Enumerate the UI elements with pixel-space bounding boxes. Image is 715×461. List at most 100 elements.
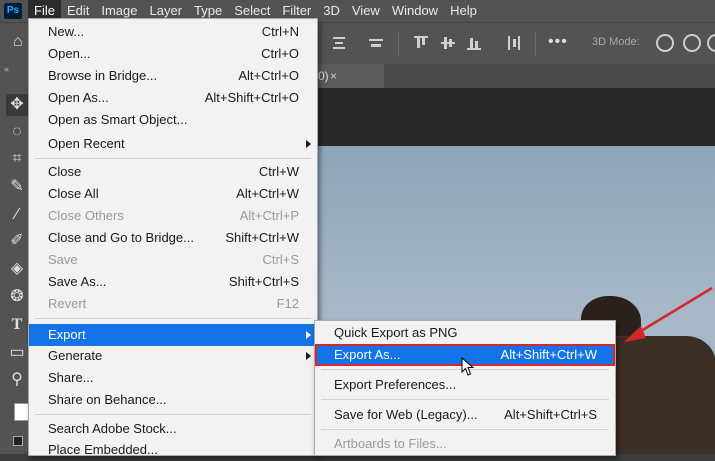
menu-item-label: Search Adobe Stock... (48, 421, 177, 436)
export-submenu: Quick Export as PNG Export As... Alt+Shif… (314, 320, 616, 456)
menu-item-share-on-behance[interactable]: Share on Behance... (29, 389, 317, 411)
distribute-icon[interactable] (506, 35, 522, 51)
menu-item-browse-in-bridge[interactable]: Browse in Bridge... Alt+Ctrl+O (29, 65, 317, 87)
menu-item-shortcut: Ctrl+W (258, 164, 299, 179)
align-horizontal-centers-icon[interactable] (368, 35, 384, 51)
menu-item-label: Share on Behance... (48, 392, 167, 407)
menu-item-save-as[interactable]: Save As... Shift+Ctrl+S (29, 271, 317, 293)
menu-item-quick-export-as-png[interactable]: Quick Export as PNG (315, 322, 615, 344)
menu-item-label: Browse in Bridge... (48, 68, 158, 83)
menu-separator (321, 399, 609, 400)
photoshop-logo-icon: Ps (4, 3, 22, 19)
align-bottom-edges-icon[interactable] (466, 35, 482, 51)
healing-icon[interactable]: ✐ (6, 230, 28, 252)
menu-item-label: Generate (48, 348, 103, 363)
menu-item-close[interactable]: Close Ctrl+W (29, 161, 317, 183)
menu-item-shortcut: Alt+Ctrl+P (239, 208, 299, 223)
menu-item-label: Revert (48, 296, 87, 311)
menu-separator (35, 414, 311, 415)
menu-separator (35, 318, 311, 319)
eyedropper-icon[interactable]: ✎ (6, 176, 28, 198)
pan-3d-icon[interactable] (707, 34, 715, 52)
collapse-icon[interactable]: « (4, 64, 9, 74)
menu-item-label: Close (48, 164, 82, 179)
menu-item-close-others: Close Others Alt+Ctrl+P (29, 205, 317, 227)
orbit-3d-icon[interactable] (656, 34, 674, 52)
roll-3d-icon[interactable] (683, 34, 701, 52)
move-icon[interactable]: ✥ (6, 94, 28, 116)
menu-item-shortcut: Alt+Shift+Ctrl+O (204, 90, 299, 105)
menu-item-label: New... (48, 24, 85, 39)
menu-item-save: Save Ctrl+S (29, 249, 317, 271)
menu-separator (321, 429, 609, 430)
menu-item-close-all[interactable]: Close All Alt+Ctrl+W (29, 183, 317, 205)
menu-item-shortcut: Alt+Ctrl+W (236, 186, 299, 201)
menu-3d[interactable]: 3D (317, 0, 346, 22)
menu-view[interactable]: View (346, 0, 386, 22)
menu-item-open-as[interactable]: Open As... Alt+Shift+Ctrl+O (29, 87, 317, 109)
align-vertical-centers-icon[interactable] (440, 35, 456, 51)
submenu-arrow-icon (306, 140, 311, 148)
menu-item-share[interactable]: Share... (29, 367, 317, 389)
menu-item-shortcut: F12 (276, 296, 299, 311)
close-icon[interactable]: × (330, 64, 337, 88)
brush-icon[interactable]: ⁄ (6, 204, 28, 226)
menu-item-export-preferences[interactable]: Export Preferences... (315, 374, 615, 396)
sponge-icon[interactable]: ❂ (6, 286, 28, 308)
menu-item-label: Quick Export as PNG (334, 325, 458, 340)
menu-item-revert: Revert F12 (29, 293, 317, 315)
menu-item-open-as-smart-object[interactable]: Open as Smart Object... (29, 109, 317, 131)
menu-item-label: Export Preferences... (334, 377, 457, 392)
rectangle-icon[interactable]: ▭ (6, 342, 28, 364)
menu-item-shortcut: Shift+Ctrl+S (228, 274, 299, 289)
type-icon[interactable]: T (6, 314, 28, 336)
menu-item-label: Open As... (48, 90, 109, 105)
more-options-icon[interactable]: ••• (548, 33, 568, 51)
menu-item-label: Close Others (48, 208, 124, 223)
menu-item-shortcut: Shift+Ctrl+W (225, 230, 299, 245)
menu-item-label: Place Embedded... (48, 442, 158, 457)
menu-item-label: Close and Go to Bridge... (48, 230, 194, 245)
menu-item-label: Open as Smart Object... (48, 112, 188, 127)
menu-item-label: Open... (48, 46, 91, 61)
zoom-icon[interactable]: ⚲ (6, 369, 28, 391)
menu-item-new[interactable]: New... Ctrl+N (29, 21, 317, 43)
options-separator (398, 31, 399, 57)
menu-item-label: Artboards to Files... (334, 436, 447, 451)
crop-icon[interactable]: ⌗ (6, 148, 28, 170)
menu-item-label: Open Recent (48, 136, 125, 151)
menu-item-artboards-to-files: Artboards to Files... (315, 433, 615, 455)
menu-item-shortcut: Ctrl+O (261, 46, 299, 61)
submenu-arrow-icon (306, 352, 311, 360)
menu-item-label: Share... (48, 370, 94, 385)
menu-item-place-embedded[interactable]: Place Embedded... (29, 439, 317, 461)
lasso-icon[interactable]: ◌ (6, 121, 28, 143)
menu-help[interactable]: Help (444, 0, 483, 22)
menu-separator (35, 158, 311, 159)
align-left-edges-icon[interactable] (331, 35, 347, 51)
menu-item-shortcut: Ctrl+N (261, 24, 299, 39)
file-menu: New... Ctrl+N Open... Ctrl+O Browse in Bri… (28, 18, 318, 457)
menu-item-open-recent[interactable]: Open Recent (29, 133, 317, 155)
menu-window[interactable]: Window (386, 0, 444, 22)
options-separator (535, 31, 536, 57)
menu-item-generate[interactable]: Generate (29, 345, 317, 367)
menu-item-open[interactable]: Open... Ctrl+O (29, 43, 317, 65)
default-colors-icon[interactable] (13, 436, 23, 446)
menu-item-label: Close All (48, 186, 99, 201)
submenu-arrow-icon (306, 331, 311, 339)
document-tab-title: 0) (318, 69, 329, 83)
menu-item-search-adobe-stock[interactable]: Search Adobe Stock... (29, 418, 317, 440)
menu-item-shortcut: Alt+Shift+Ctrl+S (504, 407, 597, 422)
align-top-edges-icon[interactable] (413, 35, 429, 51)
menu-item-label: Export As... (334, 347, 401, 362)
menu-item-save-for-web-legacy[interactable]: Save for Web (Legacy)... Alt+Shift+Ctrl+S (315, 404, 615, 426)
3d-mode-label: 3D Mode: (592, 36, 640, 48)
menu-item-export[interactable]: Export (29, 324, 317, 346)
menu-item-close-and-go-to-bridge[interactable]: Close and Go to Bridge... Shift+Ctrl+W (29, 227, 317, 249)
paint-bucket-icon[interactable]: ◈ (6, 258, 28, 280)
menu-item-label: Save (48, 252, 78, 267)
menu-item-label: Save As... (48, 274, 107, 289)
menu-item-shortcut: Alt+Shift+Ctrl+W (500, 347, 597, 362)
menu-item-label: Export (48, 327, 86, 342)
